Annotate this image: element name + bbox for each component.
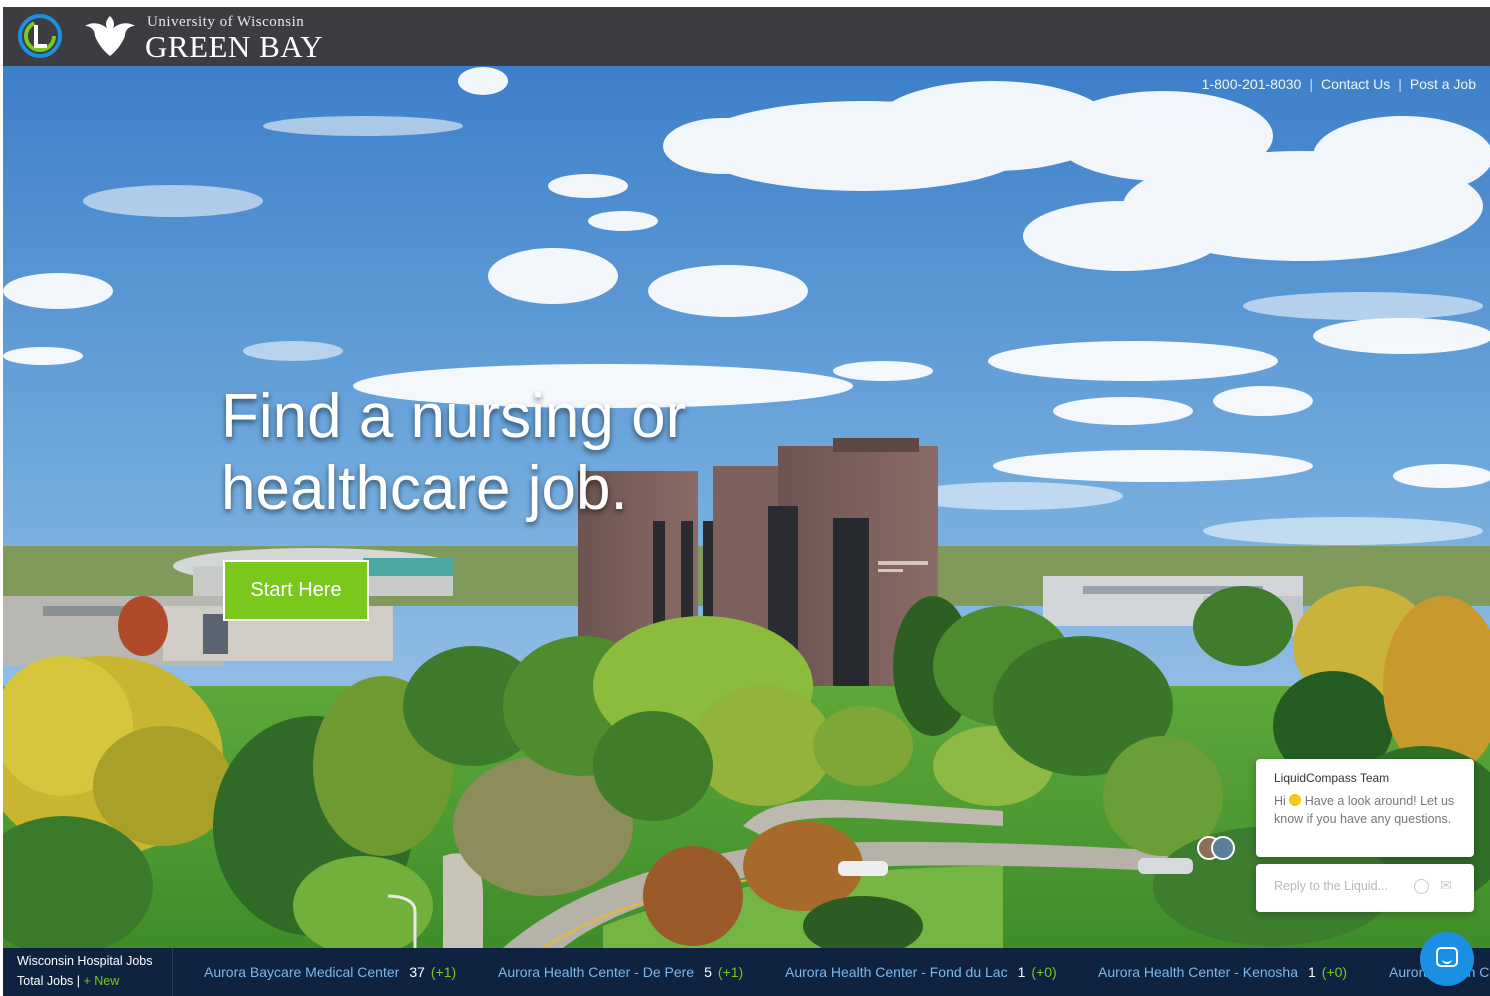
attachment-icon[interactable]: ✉ — [1440, 877, 1452, 894]
ticker-item[interactable]: Aurora Health Center - De Pere 5 (+1) — [498, 964, 743, 980]
hospital-name[interactable]: Aurora Health Center - De Pere — [498, 964, 694, 980]
headline-line1: Find a nursing or — [221, 382, 687, 451]
job-count: 5 — [704, 964, 712, 980]
smiley-icon — [1289, 794, 1302, 806]
chat-bubble-icon — [1436, 947, 1458, 967]
chat-message-card[interactable]: LiquidCompass Team Hi Have a look around… — [1256, 759, 1474, 857]
top-bar: University of Wisconsin GREEN BAY — [3, 7, 1490, 66]
job-delta: (+0) — [1031, 964, 1057, 980]
phoenix-icon — [85, 16, 135, 56]
chat-reply-input[interactable]: Reply to the Liquid... — [1274, 879, 1388, 893]
total-jobs-label: Total Jobs | — [17, 974, 81, 988]
nav-divider: | — [1309, 76, 1313, 92]
chat-reply-box[interactable]: Reply to the Liquid... ✉ — [1256, 864, 1474, 912]
job-delta: (+0) — [1321, 964, 1348, 980]
nav-divider: | — [1398, 76, 1402, 92]
page-frame: University of Wisconsin GREEN BAY 1-800-… — [3, 7, 1490, 996]
chat-greeting-start: Hi — [1274, 794, 1290, 808]
headline-line2: healthcare job. — [221, 454, 628, 523]
start-here-button[interactable]: Start Here — [223, 560, 369, 621]
ticker-header: Wisconsin Hospital Jobs Total Jobs | + N… — [3, 948, 173, 996]
post-job-link[interactable]: Post a Job — [1410, 76, 1476, 92]
hospital-name[interactable]: Aurora Baycare Medical Center — [204, 964, 399, 980]
hospital-jobs-ticker: Wisconsin Hospital Jobs Total Jobs | + N… — [3, 948, 1490, 996]
job-delta: (+1) — [430, 964, 457, 980]
university-logo[interactable]: University of Wisconsin GREEN BAY — [81, 10, 341, 64]
job-count: 1 — [1017, 964, 1026, 980]
ticker-title: Wisconsin Hospital Jobs — [17, 954, 153, 968]
job-count: 37 — [409, 964, 425, 980]
emoji-icon[interactable] — [1414, 879, 1429, 894]
liquidcompass-logo[interactable] — [17, 13, 63, 59]
chat-greeting: Hi Have a look around! Let us know if yo… — [1274, 793, 1462, 828]
avatar — [1211, 836, 1235, 860]
hero-headline: Find a nursing or healthcare job. — [221, 381, 781, 525]
university-name-line2: GREEN BAY — [145, 29, 324, 64]
chat-launcher-button[interactable] — [1420, 932, 1474, 986]
hospital-name[interactable]: Aurora Health Center - Fond du Lac — [785, 964, 1008, 980]
ticker-item[interactable]: Aurora Baycare Medical Center 37 (+1) — [204, 964, 456, 980]
job-delta: (+1) — [717, 964, 744, 980]
phone-link[interactable]: 1-800-201-8030 — [1202, 76, 1302, 92]
ticker-item[interactable]: Aurora Health Center - Kenosha 1 (+0) — [1098, 964, 1347, 980]
new-jobs-label: + New — [83, 974, 120, 988]
chat-team-name: LiquidCompass Team — [1274, 771, 1390, 785]
job-count: 1 — [1308, 964, 1316, 980]
ticker-subtitle: Total Jobs | + New — [17, 974, 119, 988]
ticker-item[interactable]: Aurora Health Center - Fond du Lac 1 (+0) — [785, 964, 1057, 980]
contact-us-link[interactable]: Contact Us — [1321, 76, 1390, 92]
hospital-name[interactable]: Aurora Health Center - Kenosha — [1098, 964, 1298, 980]
utility-nav: 1-800-201-8030 | Contact Us | Post a Job — [1202, 76, 1476, 92]
chat-greeting-end: Have a look around! Let us know if you h… — [1274, 794, 1455, 826]
